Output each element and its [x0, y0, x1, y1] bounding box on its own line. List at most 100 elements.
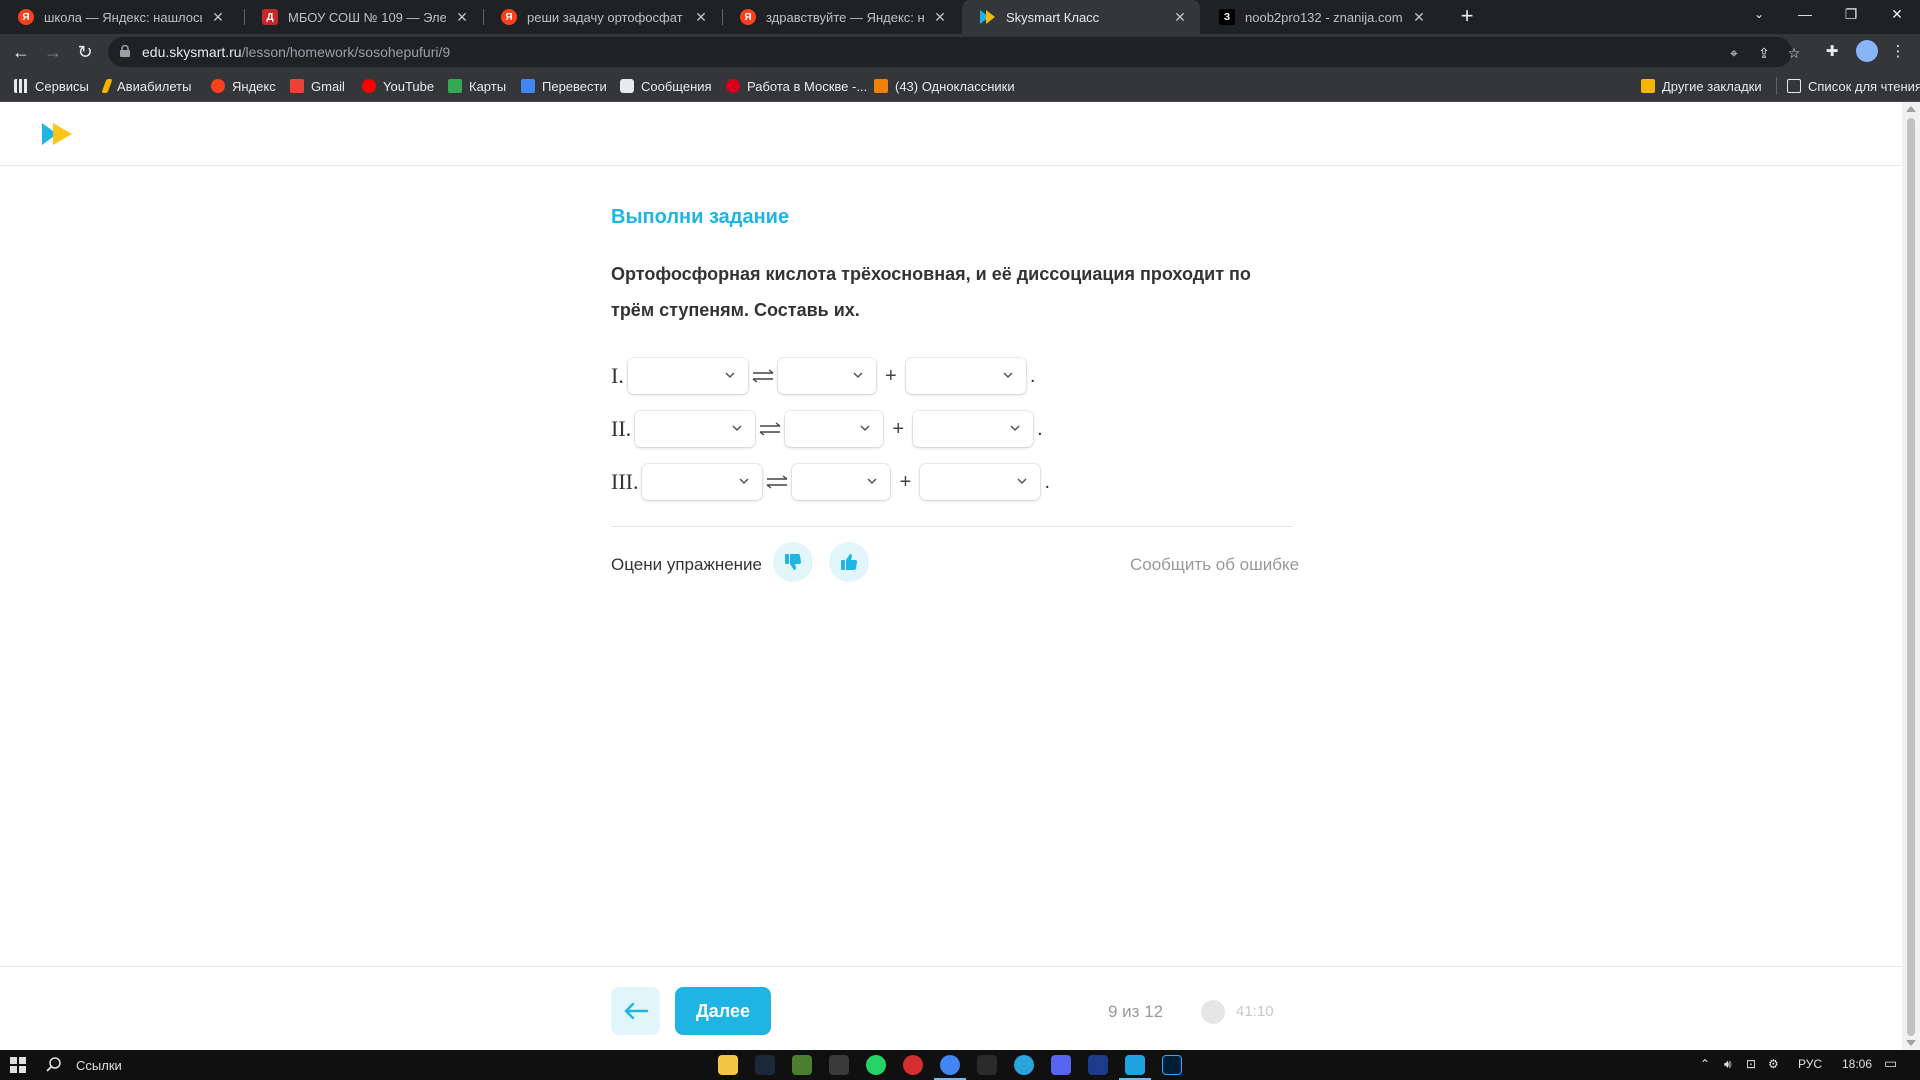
- bookmark-item[interactable]: Авиабилеты: [101, 77, 191, 95]
- browser-tab[interactable]: З noob2pro132 - znanija.com ✕: [1201, 0, 1439, 34]
- language-indicator[interactable]: РУС: [1798, 1057, 1822, 1071]
- next-button[interactable]: Далее: [675, 987, 771, 1035]
- answer-dropdown[interactable]: [792, 464, 891, 500]
- app-icon[interactable]: [1088, 1055, 1108, 1075]
- answer-dropdown[interactable]: [913, 411, 1034, 447]
- bookmark-item[interactable]: Сообщения: [620, 77, 712, 95]
- report-error-link[interactable]: Сообщить об ошибке: [1130, 555, 1299, 575]
- close-icon[interactable]: ✕: [1172, 9, 1188, 26]
- equation-row-2: II. + .: [611, 409, 1043, 449]
- answer-dropdown[interactable]: [777, 358, 876, 394]
- whatsapp-icon[interactable]: [866, 1055, 886, 1075]
- close-icon[interactable]: ✕: [210, 9, 226, 26]
- bookmark-item[interactable]: Яндекс: [211, 77, 276, 95]
- bookmark-item[interactable]: Перевести: [521, 77, 607, 95]
- clock[interactable]: 18:06: [1842, 1057, 1872, 1071]
- thumbs-down-button[interactable]: [773, 542, 813, 582]
- answer-dropdown[interactable]: [627, 358, 748, 394]
- ok-icon: [874, 79, 888, 93]
- extensions-icon[interactable]: ✚: [1822, 42, 1842, 62]
- skysmart-logo[interactable]: [40, 122, 76, 146]
- reading-list[interactable]: Список для чтения: [1776, 77, 1920, 95]
- minimize-button[interactable]: —: [1782, 0, 1828, 30]
- messages-icon: [620, 79, 634, 93]
- chrome-icon[interactable]: [934, 1055, 966, 1080]
- thumbs-up-button[interactable]: [829, 542, 869, 582]
- other-bookmarks[interactable]: Другие закладки: [1641, 77, 1762, 95]
- browser-tab-active[interactable]: Skysmart Класс ✕: [962, 0, 1200, 34]
- arrow-left-icon: [624, 1002, 649, 1020]
- tab-search-icon[interactable]: ⌄: [1736, 0, 1782, 30]
- new-tab-button[interactable]: +: [1454, 4, 1480, 30]
- close-icon[interactable]: ✕: [932, 9, 948, 26]
- equilibrium-arrows-icon: [755, 418, 785, 441]
- bookmark-item[interactable]: Gmail: [290, 77, 345, 95]
- page-scrollbar[interactable]: [1902, 102, 1920, 1050]
- gmail-icon: [290, 79, 304, 93]
- yandex-icon: Я: [18, 9, 34, 25]
- bookmark-star-icon[interactable]: ☆: [1784, 43, 1804, 63]
- network-icon[interactable]: ⊡: [1746, 1057, 1756, 1071]
- browser-tab[interactable]: Я реши задачу ортофосфат кальция ✕: [483, 0, 721, 34]
- paint-icon[interactable]: [1119, 1055, 1151, 1080]
- close-icon[interactable]: ✕: [693, 9, 709, 26]
- browser-tab[interactable]: Я школа — Яндекс: нашлось 89 млн результ…: [0, 0, 238, 34]
- browser-tab[interactable]: Д МБОУ СОШ № 109 — Электронный дневник ✕: [244, 0, 482, 34]
- record-icon[interactable]: [903, 1055, 923, 1075]
- steam-icon[interactable]: [755, 1055, 775, 1075]
- menu-icon[interactable]: ⋮: [1888, 42, 1908, 62]
- bookmark-item[interactable]: (43) Одноклассники: [874, 77, 1015, 95]
- chevron-down-icon: [853, 372, 863, 379]
- taskbar-search[interactable]: Ссылки: [46, 1057, 122, 1073]
- tray-app-icon[interactable]: ⚙: [1768, 1057, 1779, 1071]
- close-window-button[interactable]: ✕: [1874, 0, 1920, 30]
- answer-dropdown[interactable]: [905, 358, 1026, 394]
- row-number: I.: [611, 363, 624, 388]
- exercise-progress: 9 из 12: [1108, 1002, 1164, 1021]
- forward-icon[interactable]: →: [41, 40, 65, 64]
- tab-title: МБОУ СОШ № 109 — Электронный дневник: [288, 9, 446, 25]
- tray-expand-icon[interactable]: ⌃: [1700, 1057, 1710, 1071]
- answer-dropdown[interactable]: [635, 411, 756, 447]
- profile-avatar[interactable]: [1856, 40, 1878, 62]
- telegram-icon[interactable]: [1014, 1055, 1034, 1075]
- scroll-up-icon[interactable]: [1906, 106, 1916, 112]
- notifications-icon[interactable]: ▭: [1884, 1055, 1897, 1072]
- lesson-footer: Далее 9 из 12 41:10: [0, 966, 1902, 1050]
- answer-dropdown[interactable]: [785, 411, 884, 447]
- photoshop-icon[interactable]: [1162, 1055, 1182, 1075]
- discord-icon[interactable]: [1051, 1055, 1071, 1075]
- scrollbar-thumb[interactable]: [1907, 118, 1915, 1036]
- tab-title: здравствуйте — Яндекс: нашлось: [766, 9, 924, 25]
- browser-tab[interactable]: Я здравствуйте — Яндекс: нашлось ✕: [722, 0, 960, 34]
- answer-dropdown[interactable]: [642, 464, 763, 500]
- chevron-down-icon: [867, 478, 878, 485]
- game-icon[interactable]: [829, 1055, 849, 1075]
- dnevnik-icon: Д: [262, 9, 278, 25]
- address-bar[interactable]: edu.skysmart.ru/lesson/homework/sosohepu…: [108, 37, 1800, 67]
- answer-dropdown[interactable]: [920, 464, 1041, 500]
- share-icon[interactable]: ⇪: [1754, 43, 1774, 63]
- bookmark-item[interactable]: Сервисы: [14, 77, 89, 95]
- minecraft-icon[interactable]: [792, 1055, 812, 1075]
- windows-start-icon[interactable]: [10, 1057, 26, 1073]
- file-explorer-icon[interactable]: [718, 1055, 738, 1075]
- location-icon[interactable]: ⌖: [1724, 43, 1744, 63]
- back-icon[interactable]: ←: [9, 40, 33, 64]
- volume-icon[interactable]: 🔊︎: [1724, 1057, 1732, 1072]
- close-icon[interactable]: ✕: [454, 9, 470, 26]
- reload-icon[interactable]: ↻: [73, 40, 97, 64]
- chevron-down-icon: [860, 425, 870, 432]
- scroll-down-icon[interactable]: [1906, 1040, 1916, 1046]
- search-icon: [46, 1057, 61, 1072]
- restore-button[interactable]: ❐: [1828, 0, 1874, 30]
- period: .: [1029, 364, 1036, 387]
- bookmark-item[interactable]: Работа в Москве -...: [726, 77, 867, 95]
- close-icon[interactable]: ✕: [1411, 9, 1427, 26]
- epic-games-icon[interactable]: [977, 1055, 997, 1075]
- previous-button[interactable]: [611, 987, 660, 1035]
- bookmark-item[interactable]: YouTube: [362, 77, 434, 95]
- maps-icon: [448, 79, 462, 93]
- tab-title: Skysmart Класс: [1006, 9, 1100, 25]
- bookmark-item[interactable]: Карты: [448, 77, 506, 95]
